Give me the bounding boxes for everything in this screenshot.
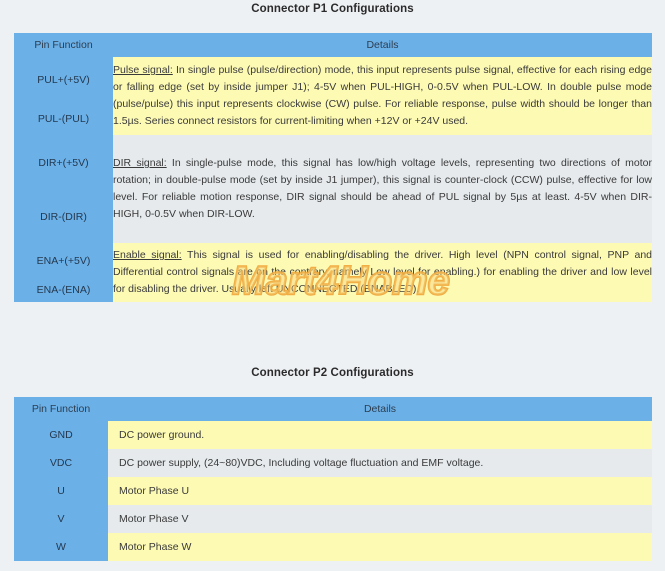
- pin-cell: PUL-(PUL): [14, 102, 113, 135]
- connector-p2-table: Pin Function Details GND DC power ground…: [14, 397, 652, 561]
- connector-p1-table: Pin Function Details PUL+(+5V) Pulse sig…: [14, 33, 652, 302]
- pin-cell: DIR-(DIR): [14, 190, 113, 243]
- detail-cell: Motor Phase W: [108, 533, 652, 561]
- pin-cell: DIR+(+5V): [14, 135, 113, 190]
- pin-cell: ENA+(+5V): [14, 243, 113, 278]
- page-title-p1: Connector P1 Configurations: [251, 3, 414, 15]
- detail-cell: DC power supply, (24~80)VDC, Including v…: [108, 449, 652, 477]
- detail-cell: DC power ground.: [108, 421, 652, 449]
- column-header-details: Details: [108, 397, 652, 421]
- pin-cell: V: [14, 505, 108, 533]
- table-header-row: Pin Function Details: [14, 397, 652, 421]
- pin-cell: W: [14, 533, 108, 561]
- column-header-pin-function: Pin Function: [14, 33, 113, 57]
- detail-text: This signal is used for enabling/disabli…: [113, 249, 653, 295]
- table-row: PUL+(+5V) Pulse signal: In single pulse …: [14, 57, 652, 135]
- detail-cell: Pulse signal: In single pulse (pulse/dir…: [113, 57, 652, 135]
- detail-lead: Enable signal:: [113, 249, 182, 261]
- column-header-details: Details: [113, 33, 652, 57]
- document-page: Connector P1 Configurations Pin Function…: [0, 0, 665, 571]
- detail-lead: DIR signal:: [113, 157, 167, 169]
- pin-cell: GND: [14, 421, 108, 449]
- detail-cell: DIR signal: In single-pulse mode, this s…: [113, 135, 652, 243]
- table-row: V Motor Phase V: [14, 505, 652, 533]
- detail-cell: Motor Phase V: [108, 505, 652, 533]
- column-header-pin-function: Pin Function: [14, 397, 108, 421]
- table-row: GND DC power ground.: [14, 421, 652, 449]
- pin-cell: ENA-(ENA): [14, 278, 113, 302]
- table-row: DIR+(+5V) DIR signal: In single-pulse mo…: [14, 135, 652, 243]
- detail-lead: Pulse signal:: [113, 64, 173, 76]
- detail-text: In single pulse (pulse/direction) mode, …: [113, 64, 652, 127]
- table-row: U Motor Phase U: [14, 477, 652, 505]
- detail-text: In single-pulse mode, this signal has lo…: [113, 157, 652, 220]
- detail-cell: Motor Phase U: [108, 477, 652, 505]
- page-title-p2: Connector P2 Configurations: [251, 367, 414, 379]
- detail-cell: Enable signal: This signal is used for e…: [113, 243, 652, 302]
- table-row: ENA+(+5V) Enable signal: This signal is …: [14, 243, 652, 302]
- table-row: W Motor Phase W: [14, 533, 652, 561]
- pin-cell: U: [14, 477, 108, 505]
- pin-cell: PUL+(+5V): [14, 57, 113, 102]
- pin-cell: VDC: [14, 449, 108, 477]
- table-row: VDC DC power supply, (24~80)VDC, Includi…: [14, 449, 652, 477]
- table-header-row: Pin Function Details: [14, 33, 652, 57]
